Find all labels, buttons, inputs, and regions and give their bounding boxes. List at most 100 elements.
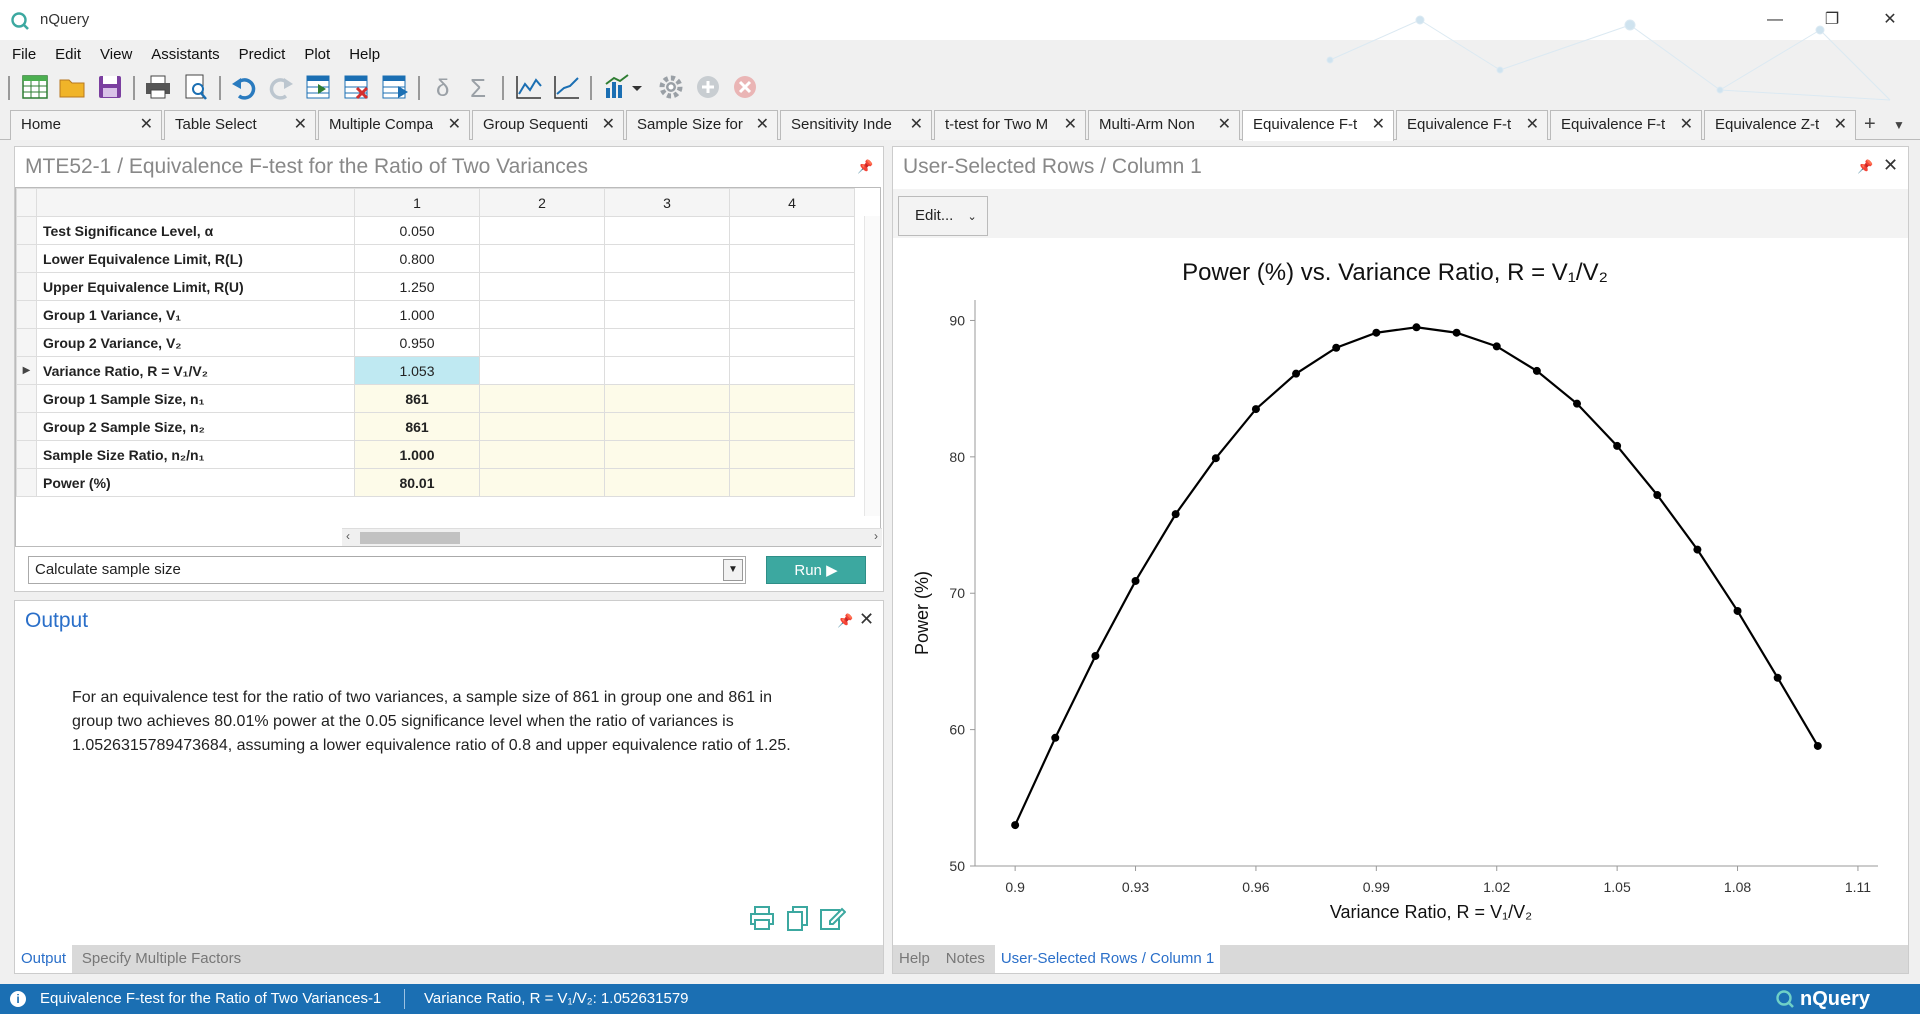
data-point[interactable] — [1573, 399, 1581, 408]
open-folder-icon[interactable] — [57, 72, 87, 102]
close-icon[interactable]: ✕ — [756, 111, 769, 139]
column-header-1[interactable]: 1 — [354, 188, 480, 217]
menu-edit[interactable]: Edit — [43, 44, 88, 66]
save-icon[interactable] — [95, 72, 125, 102]
cancel-icon[interactable] — [730, 72, 760, 102]
tab-multi-arm[interactable]: Multi-Arm Non ✕ — [1088, 110, 1240, 140]
tab-help[interactable]: Help — [893, 945, 936, 973]
horizontal-scroll-thumb[interactable] — [360, 532, 460, 544]
tab-t-test[interactable]: t-test for Two M ✕ — [934, 110, 1086, 140]
print-preview-icon[interactable] — [181, 72, 211, 102]
close-icon[interactable]: ✕ — [1883, 155, 1898, 176]
output-cell-value[interactable]: 1.000 — [354, 440, 480, 469]
close-icon[interactable]: ✕ — [910, 111, 923, 139]
copy-icon[interactable] — [784, 904, 812, 932]
menu-predict[interactable]: Predict — [227, 44, 293, 66]
output-cell-value[interactable]: 80.01 — [354, 468, 480, 497]
pin-icon[interactable]: 📌 — [1857, 159, 1873, 175]
current-row-indicator-icon[interactable]: ▶ — [16, 356, 37, 385]
column-header-4[interactable]: 4 — [729, 188, 855, 217]
minimize-button[interactable]: — — [1755, 6, 1795, 34]
tab-user-selected-rows[interactable]: User-Selected Rows / Column 1 — [994, 945, 1221, 973]
tab-group-sequential[interactable]: Group Sequenti ✕ — [472, 110, 624, 140]
column-header-2[interactable]: 2 — [479, 188, 605, 217]
close-icon[interactable]: ✕ — [1680, 111, 1693, 139]
close-icon[interactable]: ✕ — [602, 111, 615, 139]
delta-icon[interactable]: δ — [428, 72, 458, 102]
data-point[interactable] — [1613, 441, 1622, 450]
data-point[interactable] — [1251, 405, 1260, 414]
redo-icon[interactable] — [266, 72, 296, 102]
data-point[interactable] — [1733, 606, 1742, 615]
calculation-select[interactable]: Calculate sample size ▼ — [28, 556, 746, 584]
line-plot-icon[interactable] — [514, 72, 544, 102]
insert-rows-icon[interactable] — [304, 72, 334, 102]
tab-sensitivity-index[interactable]: Sensitivity Inde ✕ — [780, 110, 932, 140]
data-point[interactable] — [1532, 366, 1541, 375]
data-point[interactable] — [1653, 491, 1662, 500]
cell-value[interactable]: 1.250 — [354, 272, 480, 301]
cell-value[interactable]: 0.800 — [354, 244, 480, 273]
column-header-3[interactable]: 3 — [604, 188, 730, 217]
append-rows-icon[interactable] — [380, 72, 410, 102]
close-icon[interactable]: ✕ — [1526, 111, 1539, 139]
restore-button[interactable]: ❐ — [1812, 6, 1852, 34]
menu-plot[interactable]: Plot — [292, 44, 337, 66]
close-icon[interactable]: ✕ — [448, 111, 461, 139]
selected-cell-value[interactable]: 1.053 — [354, 356, 480, 385]
data-point[interactable] — [1211, 454, 1220, 463]
new-table-icon[interactable] — [20, 72, 50, 102]
tab-equivalence-f-test-3[interactable]: Equivalence F-t ✕ — [1550, 110, 1702, 140]
data-point[interactable] — [1051, 733, 1060, 742]
sigma-icon[interactable]: Σ — [465, 72, 495, 102]
menu-help[interactable]: Help — [337, 44, 387, 66]
output-cell-value[interactable]: 861 — [354, 384, 480, 413]
close-icon[interactable]: ✕ — [1218, 111, 1231, 139]
tab-home[interactable]: Home ✕ — [10, 110, 162, 140]
chevron-down-icon[interactable]: ▼ — [723, 559, 743, 581]
menu-file[interactable]: File — [0, 44, 43, 66]
scroll-left-icon[interactable]: ‹ — [346, 529, 350, 543]
bar-chart-icon[interactable] — [602, 72, 632, 102]
tab-sample-size[interactable]: Sample Size for ✕ — [626, 110, 778, 140]
settings-icon[interactable] — [656, 72, 686, 102]
chevron-down-icon[interactable] — [630, 72, 644, 102]
close-icon[interactable]: ✕ — [140, 111, 153, 139]
edit-icon[interactable] — [818, 904, 846, 932]
close-icon[interactable]: ✕ — [1064, 111, 1077, 139]
line-plot-2-icon[interactable] — [552, 72, 582, 102]
horizontal-scrollbar[interactable]: ‹ › — [342, 528, 882, 546]
tab-notes[interactable]: Notes — [940, 945, 991, 973]
add-tab-icon[interactable]: + — [1864, 110, 1876, 138]
data-point[interactable] — [1011, 821, 1020, 830]
pin-icon[interactable]: 📌 — [857, 159, 873, 175]
output-text[interactable]: For an equivalence test for the ratio of… — [72, 686, 812, 758]
close-window-button[interactable]: ✕ — [1870, 6, 1910, 34]
data-point[interactable] — [1131, 576, 1140, 585]
undo-icon[interactable] — [229, 72, 259, 102]
tab-equivalence-f-test-active[interactable]: Equivalence F-t ✕ — [1242, 110, 1394, 141]
pin-icon[interactable]: 📌 — [837, 613, 853, 629]
cell-value[interactable]: 0.050 — [354, 216, 480, 245]
delete-rows-icon[interactable] — [342, 72, 372, 102]
close-icon[interactable]: ✕ — [859, 609, 874, 630]
close-icon[interactable]: ✕ — [1372, 111, 1385, 139]
data-point[interactable] — [1492, 342, 1501, 351]
output-cell-value[interactable]: 861 — [354, 412, 480, 441]
data-point[interactable] — [1171, 510, 1180, 519]
menu-view[interactable]: View — [88, 44, 139, 66]
tab-output[interactable]: Output — [15, 945, 73, 973]
tab-list-chevron-icon[interactable]: ▼ — [1893, 110, 1905, 140]
data-point[interactable] — [1292, 369, 1301, 378]
tab-equivalence-f-test-2[interactable]: Equivalence F-t ✕ — [1396, 110, 1548, 140]
tab-equivalence-z-test[interactable]: Equivalence Z-t ✕ — [1704, 110, 1856, 140]
data-point[interactable] — [1693, 545, 1702, 554]
print-icon[interactable] — [143, 72, 173, 102]
edit-dropdown-button[interactable]: Edit... ⌄ — [898, 196, 988, 236]
data-point[interactable] — [1091, 651, 1100, 660]
data-point[interactable] — [1332, 343, 1341, 352]
cell-value[interactable]: 1.000 — [354, 300, 480, 329]
tab-specify-multiple-factors[interactable]: Specify Multiple Factors — [76, 945, 247, 973]
run-button[interactable]: Run ▶ — [766, 556, 866, 584]
data-point[interactable] — [1372, 328, 1381, 337]
